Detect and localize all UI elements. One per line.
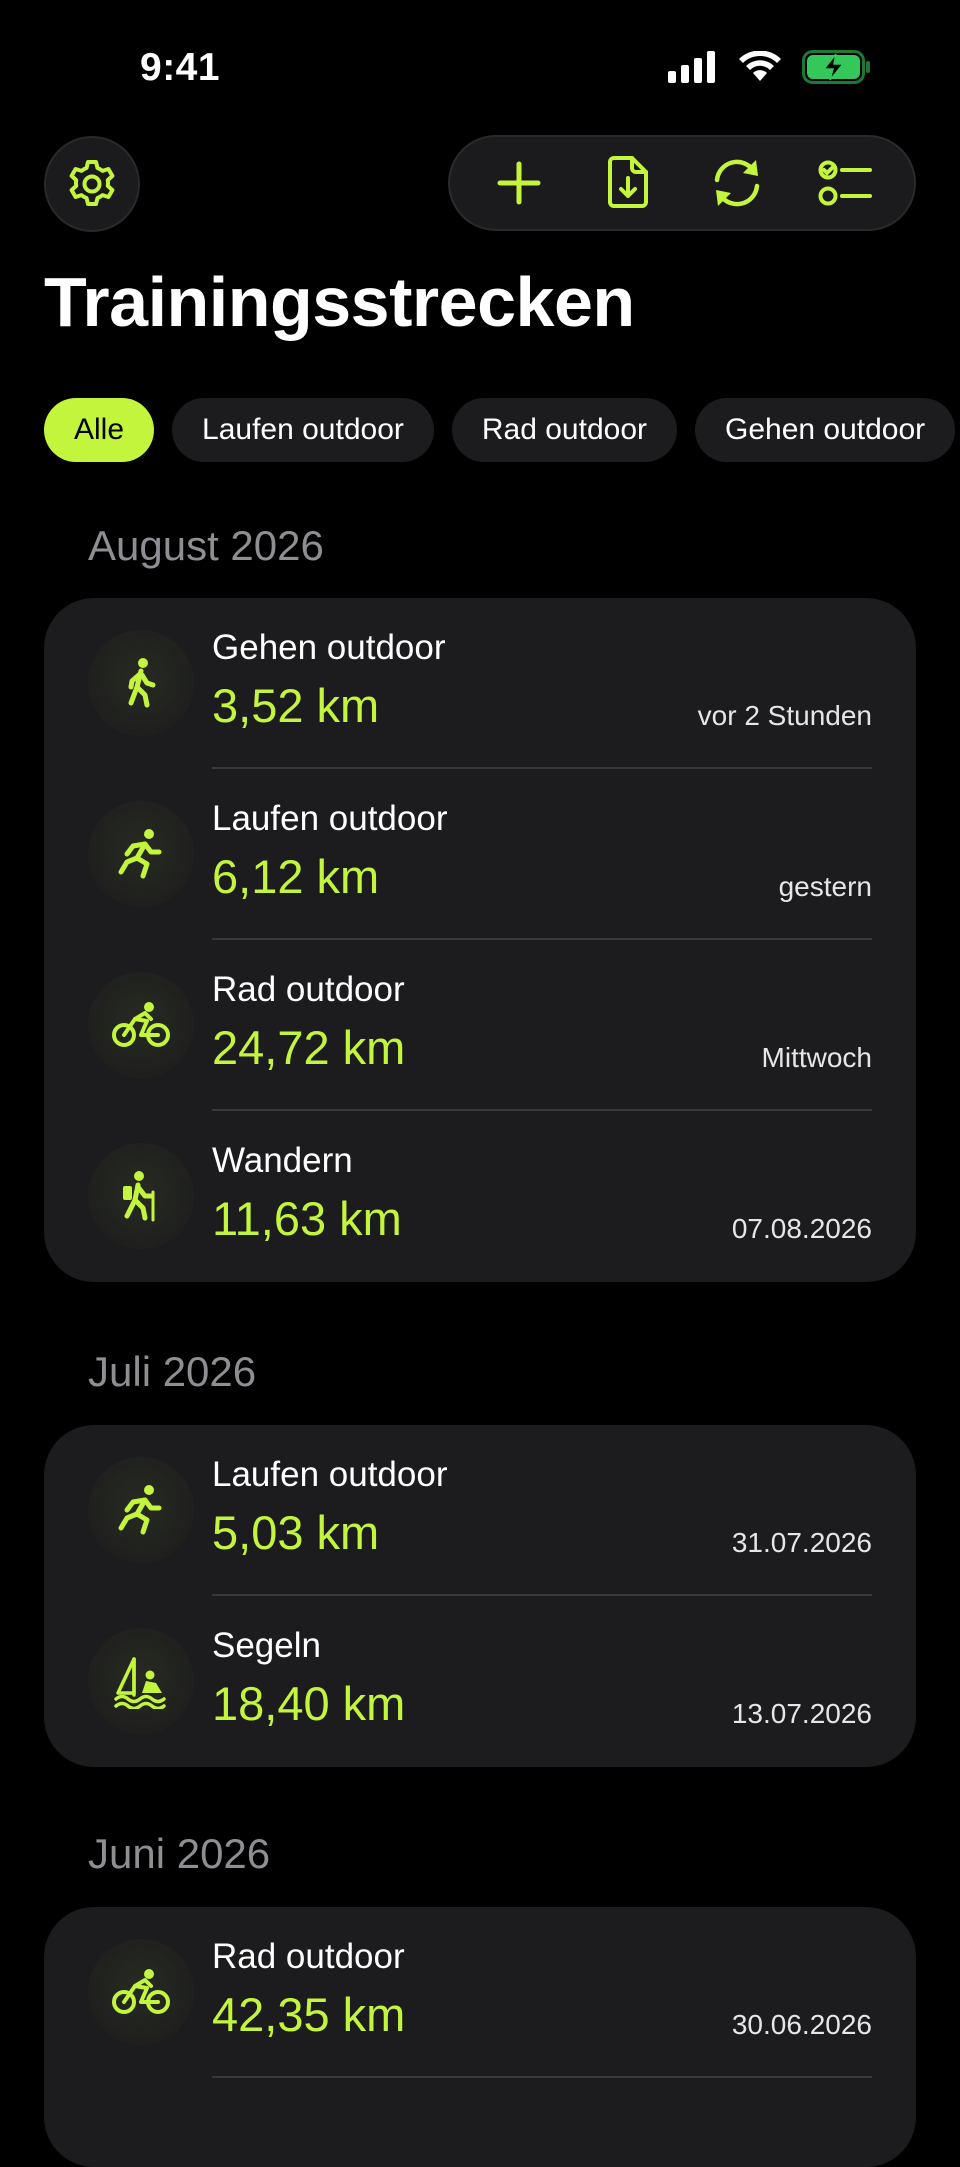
filter-chips: Alle Laufen outdoor Rad outdoor Gehen ou… [44,398,956,462]
route-date: gestern [778,871,872,902]
route-row[interactable]: Gehen outdoor 3,52 km vor 2 Stunden [44,598,916,769]
route-date: 30.06.2026 [731,2009,872,2040]
cycling-icon [88,1939,194,2045]
walking-icon [88,630,194,736]
route-distance: 24,72 km [212,1021,406,1074]
route-date: 13.07.2026 [731,1698,872,1729]
route-activity: Rad outdoor [212,970,405,1009]
plus-icon [497,161,540,205]
sailing-icon [88,1628,194,1734]
route-activity: Segeln [212,1626,321,1665]
route-activity: Wandern [212,1141,353,1180]
section-card: Laufen outdoor 5,03 km 31.07.2026 Segeln… [44,1425,916,1767]
status-bar: 9:41 [0,0,960,130]
toolbar-actions [448,135,916,231]
route-row[interactable]: Wandern 11,63 km 07.08.2026 [44,1111,916,1282]
route-distance: 6,12 km [212,850,380,903]
route-activity: Laufen outdoor [212,1455,448,1494]
select-button[interactable] [806,143,886,223]
route-row[interactable]: Segeln 18,40 km 13.07.2026 [44,1596,916,1767]
running-icon [88,801,194,907]
cycling-icon [88,972,194,1078]
section-header: Juli 2026 [88,1348,257,1395]
route-activity: Rad outdoor [212,1937,405,1976]
settings-button[interactable] [44,136,140,232]
route-distance: 3,52 km [212,679,380,732]
filter-chip-running[interactable]: Laufen outdoor [172,398,434,462]
route-row[interactable]: Rad outdoor 42,35 km 30.06.2026 [44,1907,916,2078]
route-activity: Gehen outdoor [212,628,446,667]
route-date: vor 2 Stunden [697,700,872,731]
route-row[interactable]: Laufen outdoor 5,03 km 31.07.2026 [44,1425,916,1596]
wifi-icon [739,51,781,81]
section-header: Juni 2026 [88,1830,271,1877]
route-distance: 11,63 km [212,1192,402,1245]
cellular-signal-icon [668,51,715,83]
route-row[interactable]: Laufen outdoor 6,12 km gestern [44,769,916,940]
route-distance: 18,40 km [212,1677,406,1730]
file-download-icon [607,156,648,208]
section-header: August 2026 [88,522,324,569]
checklist-icon [818,160,872,206]
page-title: Trainingsstrecken [44,263,635,341]
route-distance: 42,35 km [212,1988,406,2041]
gear-icon [69,160,115,206]
add-route-button[interactable] [479,143,559,223]
filter-chip-walking[interactable]: Gehen outdoor [695,398,956,462]
running-icon [88,1457,194,1563]
section-card: Gehen outdoor 3,52 km vor 2 Stunden Lauf… [44,598,916,1282]
status-time: 9:41 [140,46,221,89]
import-file-button[interactable] [588,143,668,223]
route-activity: Laufen outdoor [212,799,448,838]
sync-button[interactable] [697,143,777,223]
battery-charging-icon [802,50,870,84]
status-icons [668,50,872,84]
route-row[interactable]: Rad outdoor 24,72 km Mittwoch [44,940,916,1111]
divider [212,2076,872,2078]
route-date: Mittwoch [761,1042,872,1073]
sync-icon [714,159,759,207]
route-date: 07.08.2026 [731,1213,872,1244]
filter-chip-all[interactable]: Alle [44,398,155,462]
route-date: 31.07.2026 [731,1527,872,1558]
hiking-icon [88,1143,194,1249]
route-distance: 5,03 km [212,1506,380,1559]
filter-chip-cycling[interactable]: Rad outdoor [451,398,677,462]
section-card: Rad outdoor 42,35 km 30.06.2026 [44,1907,916,2167]
